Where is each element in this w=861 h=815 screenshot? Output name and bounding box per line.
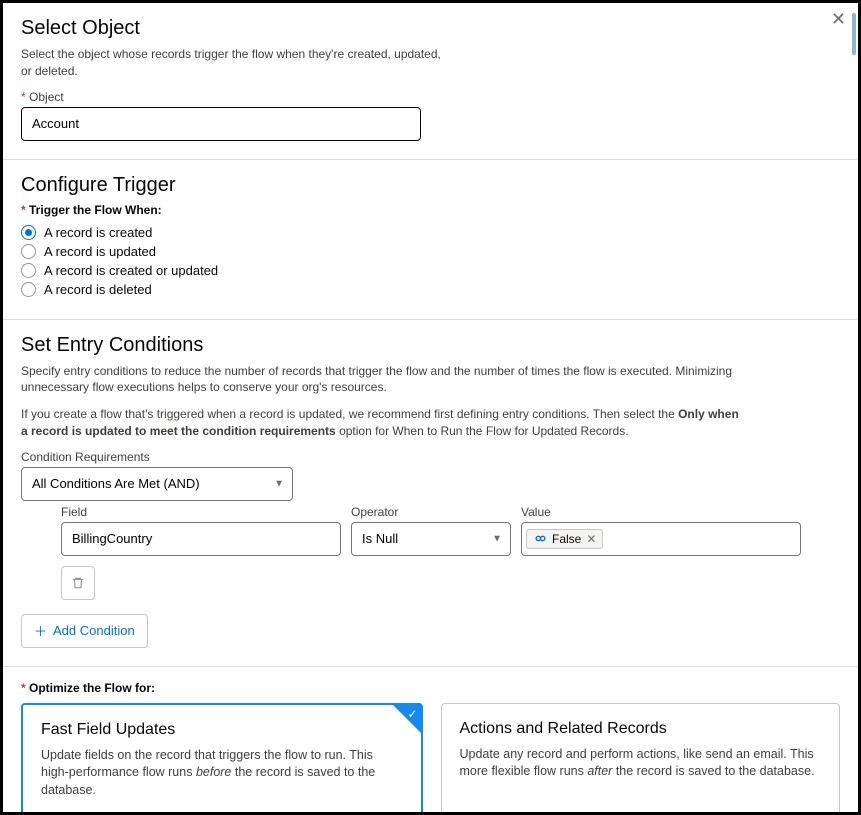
chevron-down-icon: ▼ [274,478,284,489]
optimize-cards: ✓ Fast Field Updates Update fields on th… [21,703,840,815]
radio-row-created[interactable]: A record is created [21,225,840,240]
link-icon [533,532,547,546]
condition-row: Field Operator Is Null ▼ Value [61,505,840,600]
card-fast-field-updates[interactable]: ✓ Fast Field Updates Update fields on th… [21,703,423,815]
chevron-down-icon: ▼ [492,533,502,544]
selected-indicator: ✓ [393,705,421,733]
radio-row-deleted[interactable]: A record is deleted [21,282,840,297]
card-description: Update fields on the record that trigger… [41,747,403,800]
operator-label: Operator [351,505,511,519]
section-select-object: Select Object Select the object whose re… [3,3,858,160]
condition-operator-col: Operator Is Null ▼ [351,505,511,556]
section-optimize: Optimize the Flow for: ✓ Fast Field Upda… [3,667,858,815]
radio-deleted-label[interactable]: A record is deleted [44,282,152,297]
check-icon: ✓ [407,707,417,721]
plus-icon: ＋ [34,621,47,640]
radio-created-label[interactable]: A record is created [44,225,152,240]
remove-pill-icon[interactable]: ✕ [586,532,596,546]
radio-created-or-updated[interactable] [21,263,36,278]
object-label: Object [21,90,840,104]
value-label: Value [521,505,801,519]
close-icon[interactable]: ✕ [831,9,846,30]
card-title: Fast Field Updates [41,721,403,739]
condition-requirements-select[interactable]: All Conditions Are Met (AND) ▼ [21,467,293,501]
value-pill-text: False [552,532,581,546]
radio-deleted[interactable] [21,282,36,297]
dialog-frame: ✕ Select Object Select the object whose … [0,0,861,815]
radio-updated[interactable] [21,244,36,259]
condition-requirements-label: Condition Requirements [21,450,840,464]
value-pill[interactable]: False ✕ [526,529,603,549]
scrollbar[interactable] [852,13,856,55]
entry-conditions-para2: If you create a flow that's triggered wh… [21,406,741,440]
section-configure-trigger: Configure Trigger Trigger the Flow When:… [3,160,858,320]
radio-updated-label[interactable]: A record is updated [44,244,156,259]
operator-select[interactable]: Is Null ▼ [351,522,511,556]
value-input[interactable]: False ✕ [521,522,801,556]
entry-conditions-para1: Specify entry conditions to reduce the n… [21,363,741,397]
select-object-description: Select the object whose records trigger … [21,46,441,80]
select-object-title: Select Object [21,17,840,40]
dialog-content: Select Object Select the object whose re… [3,3,858,815]
condition-field-col: Field [61,505,341,556]
add-condition-button[interactable]: ＋ Add Condition [21,614,148,648]
radio-created-or-updated-label[interactable]: A record is created or updated [44,263,218,278]
entry-para2-a: If you create a flow that's triggered wh… [21,407,678,421]
card-description: Update any record and perform actions, l… [460,746,822,781]
radio-created[interactable] [21,225,36,240]
trigger-radio-group: A record is created A record is updated … [21,225,840,297]
radio-row-created-or-updated[interactable]: A record is created or updated [21,263,840,278]
radio-row-updated[interactable]: A record is updated [21,244,840,259]
condition-value-col: Value False ✕ [521,505,801,556]
field-label: Field [61,505,341,519]
card-actions-related-records[interactable]: Actions and Related Records Update any r… [441,703,841,815]
entry-conditions-title: Set Entry Conditions [21,334,840,357]
add-condition-label: Add Condition [53,623,135,638]
field-input[interactable] [61,522,341,556]
card-title: Actions and Related Records [460,720,822,738]
object-input[interactable] [21,107,421,141]
section-entry-conditions: Set Entry Conditions Specify entry condi… [3,320,858,667]
optimize-label: Optimize the Flow for: [21,681,840,695]
condition-requirements-value: All Conditions Are Met (AND) [32,476,200,491]
delete-condition-button[interactable] [61,566,95,600]
operator-value: Is Null [362,531,398,546]
trigger-when-label: Trigger the Flow When: [21,203,840,217]
configure-trigger-title: Configure Trigger [21,174,840,197]
entry-para2-b: option for When to Run the Flow for Upda… [339,424,628,438]
